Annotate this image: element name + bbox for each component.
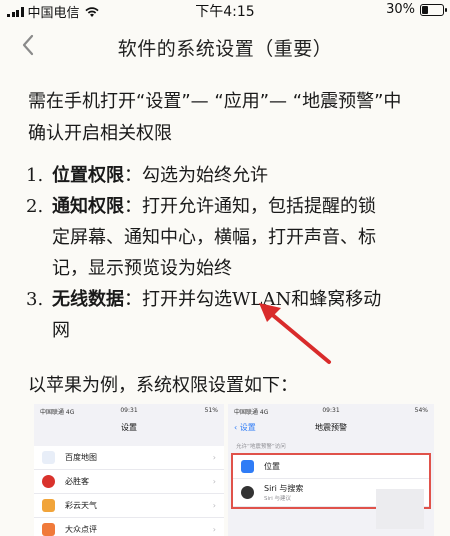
- intro-paragraph: 需在手机打开“设置”— “应用”— “地震预警”中 确认开启相关权限: [28, 86, 438, 150]
- chevron-right-icon: ›: [212, 453, 216, 462]
- list-number: 3.: [26, 289, 44, 310]
- permission-label: 位置权限: [52, 165, 124, 186]
- permission-label: 通知权限: [52, 196, 124, 217]
- list-item[interactable]: 百度地图 ›: [34, 446, 224, 470]
- list-item[interactable]: 大众点评 ›: [34, 518, 224, 536]
- chevron-right-icon: ›: [212, 477, 216, 486]
- blurred-region: [376, 489, 424, 529]
- mini-battery: 51%: [204, 407, 218, 414]
- siri-icon: [241, 486, 254, 499]
- list-item-location: 1. 位置权限：勾选为始终允许: [26, 160, 438, 191]
- app-name: 百度地图: [65, 453, 97, 462]
- pizza-hut-icon: [42, 475, 55, 488]
- list-item-wireless: 3. 无线数据：打开并勾选WLAN和蜂窝移动 网: [26, 284, 438, 346]
- battery-fill: [422, 5, 428, 14]
- chevron-right-icon: ›: [212, 501, 216, 510]
- permission-desc: ：打开并勾选: [124, 289, 232, 310]
- battery-icon: [420, 3, 447, 16]
- app-name: 彩云天气: [65, 501, 97, 510]
- permission-label: 无线数据: [52, 289, 124, 310]
- mini-battery: 54%: [414, 407, 428, 414]
- page-title: 软件的系统设置（重要）: [117, 38, 333, 60]
- setting-name: Siri 与搜索: [264, 484, 304, 493]
- list-item[interactable]: 彩云天气 ›: [34, 494, 224, 518]
- setting-name: 位置: [264, 462, 280, 471]
- permission-desc: ：勾选为始终允许: [124, 165, 268, 186]
- mini-status-bar: 中国联通 4G 09:31 51%: [34, 404, 224, 418]
- battery-percent: 30%: [386, 2, 415, 17]
- app-name: 必胜客: [65, 477, 89, 486]
- app-name: 大众点评: [65, 525, 97, 534]
- permission-desc-line: 定屏幕、通知中心，横幅，打开声音、标: [52, 227, 376, 248]
- list-number: 2.: [26, 196, 44, 217]
- status-right: 30%: [386, 2, 447, 17]
- status-bar: 中国电信 下午4:15 30%: [0, 0, 450, 21]
- weather-icon: [42, 499, 55, 512]
- earthquake-settings-screenshot: 中国联通 4G 09:31 54% ‹ 设置 地震预警 允许“地震预警”访问 位…: [228, 404, 434, 536]
- mini-time: 09:31: [120, 407, 138, 414]
- mini-title: 设置: [121, 423, 137, 432]
- dianping-icon: [42, 523, 55, 536]
- chevron-right-icon: ›: [212, 525, 216, 534]
- list-item-notification: 2. 通知权限：打开允许通知，包括提醒的锁 定屏幕、通知中心，横幅，打开声音、标…: [26, 191, 438, 284]
- status-time: 下午4:15: [195, 4, 255, 20]
- list-item[interactable]: 必胜客 ›: [34, 470, 224, 494]
- permission-desc-line: 记，显示预览设为始终: [52, 258, 232, 279]
- setting-sub: Siri 与建议: [264, 496, 292, 502]
- settings-screenshot: 中国联通 4G 09:31 51% 设置 百度地图 › 必胜客 › 彩云天气 ›…: [34, 404, 224, 536]
- mini-nav: ‹ 设置 地震预警: [228, 418, 434, 438]
- intro-line-2: 确认开启相关权限: [28, 123, 172, 144]
- baidu-map-icon: [42, 451, 55, 464]
- mini-nav: 设置: [34, 418, 224, 438]
- example-text: 以苹果为例，系统权限设置如下：: [28, 375, 298, 396]
- location-icon: [241, 460, 254, 473]
- permission-desc-line: 网: [52, 320, 70, 341]
- mini-title: 地震预警: [315, 423, 347, 432]
- permission-list: 1. 位置权限：勾选为始终允许 2. 通知权限：打开允许通知，包括提醒的锁 定屏…: [26, 160, 438, 346]
- permission-desc: ：打开允许通知，包括提醒的锁: [124, 196, 376, 217]
- list-item[interactable]: 位置: [233, 455, 429, 479]
- mini-status-bar: 中国联通 4G 09:31 54%: [228, 404, 434, 418]
- red-arrow-icon: [259, 303, 331, 364]
- list-number: 1.: [26, 165, 44, 186]
- mini-time: 09:31: [322, 407, 340, 414]
- intro-line-1: 需在手机打开“设置”— “应用”— “地震预警”中: [28, 91, 402, 112]
- access-caption: 允许“地震预警”访问: [236, 444, 286, 450]
- app-list: 百度地图 › 必胜客 › 彩云天气 › 大众点评 ›: [34, 446, 224, 536]
- navigation-bar: 软件的系统设置（重要）: [0, 26, 450, 66]
